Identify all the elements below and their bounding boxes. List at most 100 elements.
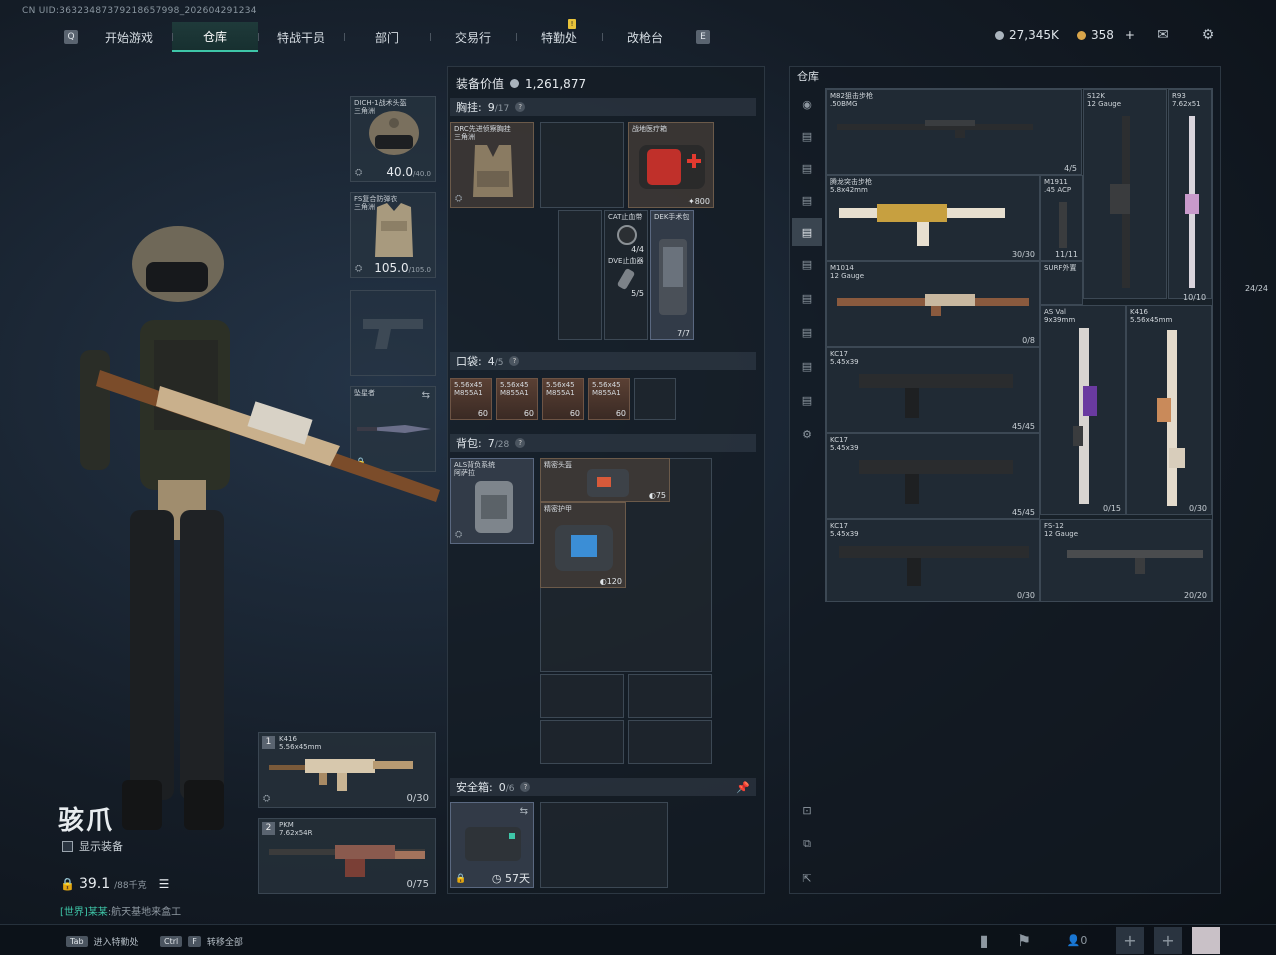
show-equipment-toggle[interactable]: 显示装备 <box>62 838 123 854</box>
settings-gear-icon[interactable]: ⚙ <box>1198 26 1218 44</box>
tab-trade[interactable]: 交易行 <box>430 22 516 52</box>
empty-grid-cell[interactable] <box>628 720 712 764</box>
storage-tab-9[interactable]: ▤ <box>792 386 822 414</box>
tab-operators[interactable]: 特战干员 <box>258 22 344 52</box>
backpack-header: 背包: 7/28 ? <box>450 434 756 452</box>
helmet-slot[interactable]: DICH-1战术头盔 三角洲 ⛭ 40.0/40.0 <box>350 96 436 182</box>
safe-title: 安全箱: <box>456 781 493 794</box>
layers-icon[interactable]: ⧉ <box>792 830 822 858</box>
tourniquet-slot[interactable]: CAT止血带 4/4 DVE止血器 5/5 <box>604 210 648 340</box>
tab-department[interactable]: 部门 <box>344 22 430 52</box>
party-members[interactable]: 👤 0 <box>1060 927 1094 954</box>
storage-weapon-card[interactable]: K416 5.56x45mm 0/30 <box>1126 305 1212 515</box>
hint-label: 转移全部 <box>206 938 243 948</box>
medkit-icon <box>639 145 705 189</box>
empty-grid-cell[interactable] <box>558 210 602 340</box>
help-icon[interactable]: ? <box>515 438 526 448</box>
armor-case-item[interactable]: 精密护甲 ◐120 <box>540 502 626 588</box>
surgery-kit-item[interactable]: DEK手术包 7/7 <box>650 210 694 340</box>
ammo-item[interactable]: 5.56x45 M855A1 60 <box>496 378 538 420</box>
ammo-item[interactable]: 5.56x45 M855A1 60 <box>450 378 492 420</box>
hint-enter-special-ops[interactable]: Tab 进入特勤处 <box>66 935 139 948</box>
f-key: F <box>188 936 201 947</box>
helmet-case-item[interactable]: 精密头盔 ◐75 <box>540 458 670 502</box>
storage-settings-gear-icon[interactable]: ⚙ <box>792 420 822 448</box>
storage-weapon-card[interactable]: M82狙击步枪 .50BMG 4/5 <box>826 89 1082 175</box>
storage-weapon-card[interactable]: FS-12 12 Gauge 20/20 <box>1040 519 1212 602</box>
safe-box-grid[interactable] <box>540 802 668 888</box>
item-name: ALS背负系统 阿萨拉 <box>454 461 496 477</box>
add-teammate-button[interactable]: + <box>1116 927 1144 954</box>
storage-weapon-card[interactable]: M1911 .45 ACP 11/11 <box>1040 175 1083 261</box>
fs12-shotgun-icon <box>1067 550 1203 574</box>
storage-weapon-card[interactable]: 腾龙突击步枪 5.8x42mm 30/30 <box>826 175 1040 261</box>
storage-tab-8[interactable]: ▤ <box>792 352 822 380</box>
weapon-ammo: 0/30 <box>406 793 429 804</box>
storage-weapon-card[interactable]: S12K 12 Gauge <box>1083 89 1167 299</box>
weapon-ammo: 45/45 <box>1011 508 1035 517</box>
item-quantity: 60 <box>569 409 580 418</box>
primary-weapon-slot[interactable]: 1 K416 5.56x45mm ⛭ 0/30 <box>258 732 436 808</box>
weapon-ammo: 45/45 <box>1011 422 1035 431</box>
storage-tab-5[interactable]: ▤ <box>792 250 822 278</box>
chat-message[interactable]: [世界]某某:航天基地来盒工 <box>60 903 181 918</box>
chest-rig-item[interactable]: DRC先进侦察胸挂 三角洲 ⛭ <box>450 122 534 208</box>
tab-special-ops[interactable]: 特勤处 ! <box>516 19 602 52</box>
player-avatar[interactable] <box>1192 927 1220 954</box>
hint-transfer-all[interactable]: Ctrl F 转移全部 <box>160 935 243 948</box>
empty-grid-cell[interactable] <box>540 674 624 718</box>
help-icon[interactable]: ? <box>515 102 526 112</box>
help-icon[interactable]: ? <box>520 782 531 792</box>
show-equipment-checkbox[interactable] <box>62 840 73 852</box>
mail-icon[interactable]: ✉ <box>1153 26 1173 44</box>
storage-tab-6[interactable]: ▤ <box>792 284 822 312</box>
ammo-item[interactable]: 5.56x45 M855A1 60 <box>588 378 630 420</box>
storage-weapon-card[interactable]: SURF外置 <box>1040 261 1083 305</box>
pin-icon[interactable]: 📌 <box>736 781 750 794</box>
storage-weapon-card[interactable]: KC17 5.45x39 45/45 <box>826 433 1040 519</box>
tab-gunsmith[interactable]: 改枪台 <box>602 22 688 52</box>
swap-icon[interactable]: ⇆ <box>520 806 528 817</box>
backpack-item[interactable]: ALS背负系统 阿萨拉 ⛭ <box>450 458 534 544</box>
weapon-name: S12K 12 Gauge <box>1087 92 1122 108</box>
top-nav: Q 开始游戏 仓库 特战干员 部门 交易行 特勤处 ! 改枪台 E <box>56 19 718 52</box>
storage-weapon-card[interactable]: KC17 5.45x39 0/30 <box>826 519 1040 602</box>
stats-chart-icon[interactable]: ▮ <box>970 927 998 954</box>
hint-label: 进入特勤处 <box>93 938 139 948</box>
storage-tab-7[interactable]: ▤ <box>792 318 822 346</box>
auto-sort-icon[interactable]: ⊡ <box>792 796 822 824</box>
item-quantity: ◐120 <box>599 577 622 586</box>
ammo-item[interactable]: 5.56x45 M855A1 60 <box>542 378 584 420</box>
empty-grid-cell[interactable] <box>540 720 624 764</box>
repair-icon: ⛭ <box>263 794 271 804</box>
storage-weapon-card[interactable]: M1014 12 Gauge 0/8 <box>826 261 1040 347</box>
premium-coin-icon <box>1077 30 1086 40</box>
weapon-name: KC17 5.45x39 <box>830 436 859 452</box>
equip-value-label: 装备价值 <box>456 77 505 91</box>
empty-grid-cell[interactable] <box>540 122 624 208</box>
storage-tab-3[interactable]: ▤ <box>792 186 822 214</box>
empty-grid-cell[interactable] <box>634 378 676 420</box>
empty-grid-cell[interactable] <box>628 674 712 718</box>
help-icon[interactable]: ? <box>509 356 520 366</box>
medkit-item[interactable]: 战地医疗箱 ✦800 <box>628 122 714 208</box>
storage-tab-1[interactable]: ▤ <box>792 122 822 150</box>
tab-warehouse[interactable]: 仓库 <box>172 22 258 52</box>
storage-tab-all[interactable]: ◉ <box>792 90 822 118</box>
storage-weapon-card[interactable]: KC17 5.45x39 45/45 <box>826 347 1040 433</box>
nav-next-key[interactable]: E <box>696 30 710 44</box>
secondary-weapon-slot[interactable]: 2 PKM 7.62x54R 0/75 <box>258 818 436 894</box>
item-name: DEK手术包 <box>654 213 690 221</box>
flag-icon[interactable]: ⚑ <box>1010 927 1038 954</box>
expand-storage-icon[interactable]: ⇱ <box>792 864 822 892</box>
storage-weapon-card[interactable]: AS Val 9x39mm 0/15 <box>1040 305 1126 515</box>
nav-prev-key[interactable]: Q <box>64 30 78 44</box>
add-teammate-button[interactable]: + <box>1154 927 1182 954</box>
tab-start-game[interactable]: 开始游戏 <box>86 22 172 52</box>
storage-tab-weapons[interactable]: ▤ <box>792 218 822 246</box>
list-icon[interactable]: ☰ <box>159 877 170 891</box>
storage-tab-2[interactable]: ▤ <box>792 154 822 182</box>
add-currency-button[interactable]: + <box>1125 28 1135 42</box>
storage-weapon-card[interactable]: R93 7.62x51 <box>1168 89 1212 299</box>
safe-box-item[interactable]: ⇆ 🔒 ◷ 57天 <box>450 802 534 888</box>
